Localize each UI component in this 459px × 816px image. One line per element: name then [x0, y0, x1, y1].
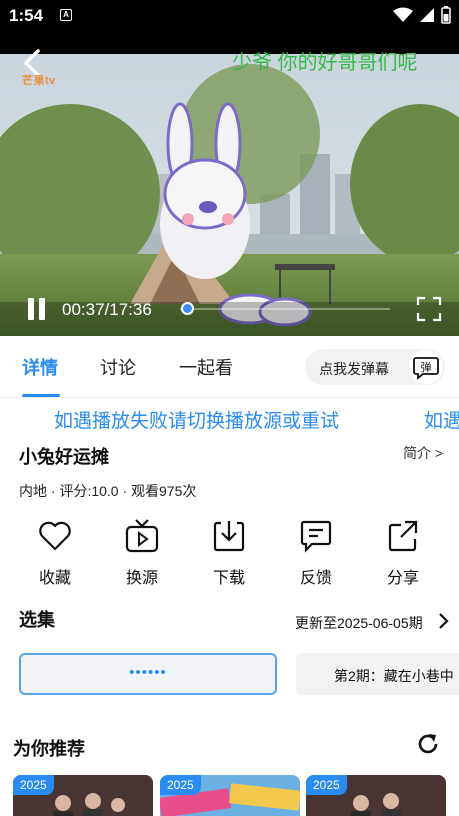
download-label: 下载 [212, 570, 245, 587]
notification-icon: A [60, 9, 72, 21]
fullscreen-icon[interactable] [416, 296, 442, 322]
episodes-title: 选集 [19, 610, 55, 630]
favorite-label: 收藏 [38, 570, 71, 587]
action-row: 收藏 换源 下载 反馈 分享 [0, 518, 459, 590]
heart-icon [39, 521, 71, 551]
signal-icon [420, 8, 434, 22]
recommend-card[interactable]: 2025 [160, 775, 300, 816]
year-badge: 2025 [306, 775, 347, 795]
notice-text: 如遇播放失败请切换播放源或重试 [54, 411, 340, 432]
feedback-label: 反馈 [299, 570, 332, 587]
switch-source-label: 换源 [125, 570, 158, 587]
danmaku-comment: 少爷 你的好哥哥们呢 [232, 52, 418, 74]
recommend-title: 为你推荐 [13, 739, 85, 759]
switch-source-button[interactable]: 换源 [107, 518, 177, 590]
recommend-card[interactable]: 2025 [306, 775, 446, 816]
notice-marquee: 如遇播放失败请切换播放源或重试 如遇 [0, 404, 459, 432]
episode-item[interactable]: 第2期：藏在小巷中 [296, 653, 459, 695]
notice-text-repeat: 如遇 [424, 411, 459, 432]
tab-discussion[interactable]: 讨论 [100, 354, 136, 380]
channel-logo: 芒果tv [22, 75, 56, 87]
episode-item-current[interactable]: •••••• [19, 653, 277, 695]
status-icons [393, 6, 451, 24]
feedback-button[interactable]: 反馈 [281, 518, 351, 590]
danmaku-icon: 弹 [413, 357, 439, 380]
tv-source-icon [125, 519, 159, 553]
year-badge: 2025 [13, 775, 54, 795]
show-title: 小兔好运摊 [19, 447, 109, 467]
year-badge: 2025 [160, 775, 201, 795]
pause-icon-bar [39, 298, 45, 320]
wifi-icon [393, 7, 413, 22]
send-danmaku-label: 点我发弹幕 [319, 361, 389, 377]
progress-bar[interactable] [180, 308, 390, 310]
active-tab-indicator [22, 394, 60, 397]
share-icon [388, 520, 418, 552]
status-bar: 1:54 A [0, 0, 459, 30]
chevron-right-icon[interactable] [437, 612, 449, 630]
episode-label: •••••• [129, 664, 167, 681]
download-icon [213, 521, 245, 552]
tab-details[interactable]: 详情 [22, 354, 58, 380]
refresh-icon[interactable] [416, 732, 440, 756]
danmaku-toggle-button[interactable]: 弹 [409, 350, 443, 384]
favorite-button[interactable]: 收藏 [20, 518, 90, 590]
playback-time: 00:37/17:36 [62, 300, 152, 319]
intro-link[interactable]: 简介 > [403, 443, 443, 463]
pause-icon [28, 298, 34, 320]
feedback-icon [300, 520, 332, 553]
share-button[interactable]: 分享 [368, 518, 438, 590]
show-meta: 内地 · 评分:10.0 · 观看975次 [19, 483, 197, 499]
tab-watch-together[interactable]: 一起看 [179, 354, 233, 380]
episode-label: 第2期：藏在小巷中 [334, 668, 454, 684]
download-button[interactable]: 下载 [194, 518, 264, 590]
send-danmaku-button[interactable]: 点我发弹幕 弹 [305, 349, 445, 385]
video-player[interactable]: 芒果tv 少爷 你的好哥哥们呢 00:37/17:36 [0, 30, 459, 336]
episodes-update-link[interactable]: 更新至2025-06-05期 [295, 613, 423, 633]
danmaku-icon-glyph: 弹 [421, 360, 432, 374]
battery-icon [441, 6, 451, 24]
detail-tabs: 详情 讨论 一起看 点我发弹幕 弹 [0, 336, 459, 398]
video-frame [0, 54, 459, 336]
recommend-card[interactable]: 2025 [13, 775, 153, 816]
share-label: 分享 [386, 570, 419, 587]
status-time: 1:54 [9, 6, 44, 25]
pause-button[interactable] [26, 298, 48, 322]
progress-knob[interactable] [180, 302, 194, 315]
